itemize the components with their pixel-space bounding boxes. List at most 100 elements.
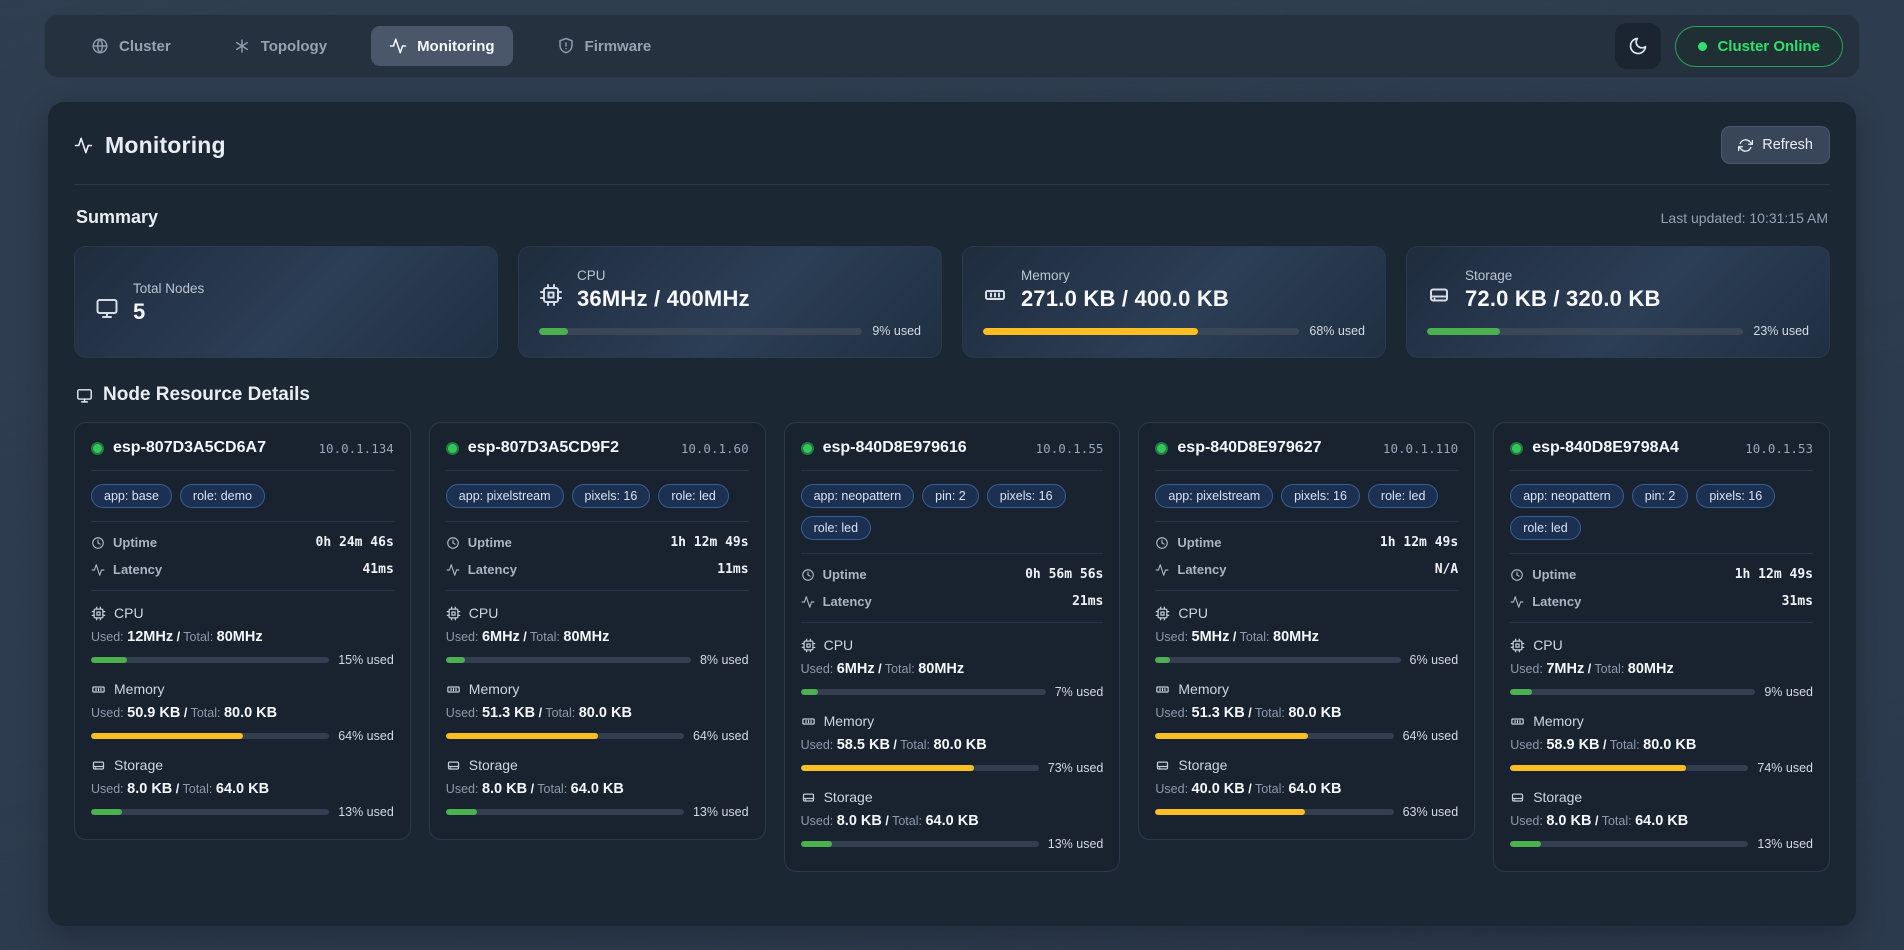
progress-fill xyxy=(1510,689,1532,695)
progress-track xyxy=(1427,328,1743,335)
node-tag: pixels: 16 xyxy=(572,484,651,508)
memory-icon xyxy=(1510,714,1525,729)
progress-fill xyxy=(801,689,818,695)
total-value: 80MHz xyxy=(217,629,263,645)
latency-value: 11ms xyxy=(717,562,748,577)
resource-block: CPU Used: 6MHz / Total: 80MHz xyxy=(801,637,1104,699)
progress-track xyxy=(983,328,1299,335)
node-resources: CPU Used: 6MHz / Total: 80MHz xyxy=(446,605,749,819)
nav-tabs: Cluster Topology Monitoring Firmware xyxy=(73,26,669,66)
resource-block: Memory Used: 51.3 KB / Total: 80.0 KB xyxy=(446,681,749,743)
progress-track xyxy=(1155,809,1393,815)
uptime-label: Uptime xyxy=(1177,535,1221,550)
storage-icon xyxy=(91,758,106,773)
used-label: Used: xyxy=(1155,782,1188,796)
used-value: 8.0 KB xyxy=(1546,813,1591,829)
used-value: 40.0 KB xyxy=(1192,781,1245,797)
nav-tab-label: Firmware xyxy=(585,38,652,55)
percent-used-label: 7% used xyxy=(1055,685,1104,699)
node-status-dot-icon xyxy=(801,442,814,455)
uptime-label: Uptime xyxy=(1532,567,1576,582)
percent-used-label: 64% used xyxy=(1403,729,1459,743)
used-value: 58.9 KB xyxy=(1546,737,1599,753)
total-label: Total: xyxy=(1602,814,1632,828)
node-name: esp-840D8E9798A4 xyxy=(1532,439,1679,457)
progress-track xyxy=(446,657,691,663)
cpu-icon xyxy=(1155,606,1170,621)
latency-value: N/A xyxy=(1435,562,1458,577)
progress-track xyxy=(801,689,1046,695)
clock-icon xyxy=(1155,536,1169,550)
resource-name: Memory xyxy=(469,681,520,697)
nav-tab-label: Cluster xyxy=(119,38,171,55)
uptime-label: Uptime xyxy=(823,567,867,582)
resource-block: CPU Used: 7MHz / Total: 80MHz xyxy=(1510,637,1813,699)
resource-name: Storage xyxy=(824,789,873,805)
total-value: 80.0 KB xyxy=(934,737,987,753)
tab-cluster[interactable]: Cluster xyxy=(73,26,189,66)
total-label: Total: xyxy=(183,782,213,796)
latency-label: Latency xyxy=(1532,594,1581,609)
used-value: 51.3 KB xyxy=(482,705,535,721)
node-card: esp-840D8E9798A4 10.0.1.53 app: neopatte… xyxy=(1493,422,1830,872)
storage-icon xyxy=(1155,758,1170,773)
progress-fill xyxy=(91,733,243,739)
resource-name: CPU xyxy=(1533,637,1563,653)
refresh-button[interactable]: Refresh xyxy=(1721,126,1830,164)
uptime-value: 1h 12m 49s xyxy=(1735,567,1813,582)
clock-icon xyxy=(801,568,815,582)
progress-track xyxy=(801,765,1039,771)
progress-track xyxy=(1155,657,1400,663)
cpu-icon xyxy=(1510,638,1525,653)
resource-progress: 74% used xyxy=(1510,761,1813,775)
cluster-status-badge[interactable]: Cluster Online xyxy=(1675,26,1843,67)
percent-used-label: 23% used xyxy=(1753,324,1809,338)
percent-used-label: 15% used xyxy=(338,653,394,667)
tab-monitoring[interactable]: Monitoring xyxy=(371,26,512,66)
node-divider xyxy=(446,470,749,471)
resource-block: CPU Used: 6MHz / Total: 80MHz xyxy=(446,605,749,667)
used-value: 51.3 KB xyxy=(1192,705,1245,721)
node-tag: pixels: 16 xyxy=(987,484,1066,508)
progress-track xyxy=(539,328,862,335)
header-divider xyxy=(74,184,1830,185)
node-tags: app: base role: demo xyxy=(91,484,394,508)
tab-topology[interactable]: Topology xyxy=(215,26,345,66)
topology-icon xyxy=(233,37,251,55)
used-label: Used: xyxy=(1155,630,1188,644)
cpu-icon xyxy=(446,606,461,621)
used-label: Used: xyxy=(801,662,834,676)
node-status-dot-icon xyxy=(1510,442,1523,455)
panel-header: Monitoring Refresh xyxy=(74,126,1830,164)
used-value: 6MHz xyxy=(482,629,520,645)
percent-used-label: 9% used xyxy=(1764,685,1813,699)
nav-tab-label: Topology xyxy=(261,38,327,55)
activity-icon xyxy=(1510,595,1524,609)
total-label: Total: xyxy=(545,706,575,720)
resource-progress: 13% used xyxy=(91,805,394,819)
node-ip: 10.0.1.60 xyxy=(681,441,749,456)
resource-name: Storage xyxy=(1533,789,1582,805)
tab-firmware[interactable]: Firmware xyxy=(539,26,670,66)
total-label: Total: xyxy=(885,662,915,676)
resource-block: Memory Used: 50.9 KB / Total: 80.0 KB xyxy=(91,681,394,743)
moon-icon xyxy=(1628,36,1648,56)
summary-card-label: CPU xyxy=(577,268,750,283)
used-label: Used: xyxy=(801,738,834,752)
percent-used-label: 8% used xyxy=(700,653,749,667)
resource-name: Storage xyxy=(114,757,163,773)
used-label: Used: xyxy=(91,630,124,644)
node-tag: role: led xyxy=(658,484,728,508)
progress-fill xyxy=(1155,733,1307,739)
percent-used-label: 13% used xyxy=(338,805,394,819)
total-label: Total: xyxy=(1240,630,1270,644)
node-divider xyxy=(1510,553,1813,554)
theme-toggle-button[interactable] xyxy=(1615,23,1661,69)
monitor-icon xyxy=(76,387,93,404)
progress-track xyxy=(446,809,684,815)
used-value: 6MHz xyxy=(837,661,875,677)
used-value: 5MHz xyxy=(1192,629,1230,645)
clock-icon xyxy=(91,536,105,550)
percent-used-label: 63% used xyxy=(1403,805,1459,819)
summary-card: Storage 72.0 KB / 320.0 KB 23% used xyxy=(1406,246,1830,358)
